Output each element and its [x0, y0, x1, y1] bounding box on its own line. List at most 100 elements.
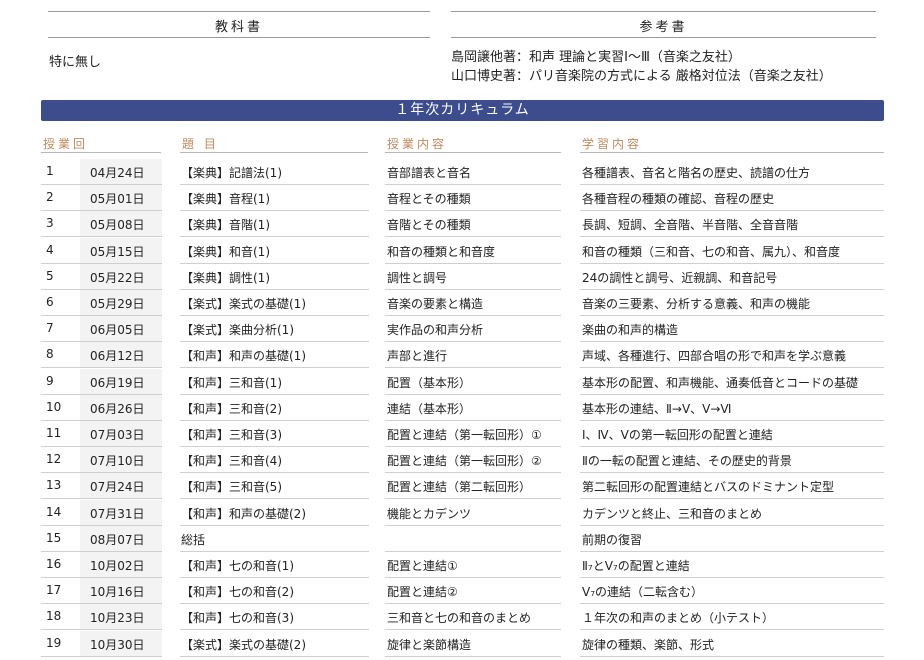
- date-cell: 05月15日: [90, 244, 145, 259]
- textbook-top-rule: [48, 11, 430, 12]
- content-cell: 調性と調号: [387, 270, 448, 285]
- textbook-value: 特に無し: [49, 55, 102, 70]
- textbook-heading-rule: [48, 37, 430, 38]
- no-cell: 8: [46, 347, 54, 362]
- learning-cell: 24の調性と調号、近親調、和音記号: [582, 270, 778, 285]
- row-divider: [180, 655, 369, 657]
- column-header-content: 授業内容: [385, 135, 561, 153]
- no-cell: 12: [46, 452, 62, 467]
- table-row: 2 05月01日 【楽典】音程(1) 音程とその種類 各種音程の種類の確認、音程の歴史: [0, 185, 924, 212]
- row-divider: [41, 655, 162, 657]
- reference-heading-rule: [451, 37, 876, 38]
- learning-cell: 長調、短調、全音階、半音階、全音音階: [582, 218, 799, 233]
- learning-cell: Ⅰ、Ⅳ、Ⅴの第一転回形の配置と連結: [582, 428, 773, 442]
- table-row: 17 10月16日 【和声】七の和音(2) 配置と連結② Ⅴ₇の連結（二転含む）: [0, 578, 924, 605]
- topic-cell: 総括: [181, 532, 206, 547]
- content-cell: 音階とその種類: [387, 218, 471, 233]
- column-header-session: 授業回: [41, 135, 161, 153]
- topic-cell: 【楽典】音階(1): [181, 218, 270, 233]
- learning-cell: 第二転回形の配置連結とバスのドミナント定型: [582, 480, 835, 495]
- topic-cell: 【和声】三和音(3): [181, 428, 282, 442]
- topic-cell: 【楽式】楽式の基礎(2): [181, 637, 306, 652]
- date-cell: 07月24日: [90, 480, 145, 495]
- learning-cell: Ⅱの一転の配置と連結、その歴史的背景: [582, 454, 792, 469]
- row-divider: [385, 655, 561, 657]
- table-row: 9 06月19日 【和声】三和音(1) 配置（基本形） 基本形の配置、和声機能、通奏低音…: [0, 368, 924, 395]
- no-cell: 5: [46, 268, 54, 283]
- date-cell: 07月31日: [90, 506, 145, 521]
- column-header-learning: 学習内容: [580, 135, 884, 153]
- no-cell: 1: [46, 164, 54, 178]
- date-cell: 07月10日: [90, 454, 145, 469]
- content-cell: 旋律と楽節構造: [387, 637, 472, 652]
- date-cell: 10月02日: [90, 559, 145, 573]
- date-cell: 05月22日: [90, 270, 145, 285]
- content-cell: 配置（基本形）: [387, 375, 472, 390]
- date-cell: 06月12日: [90, 349, 145, 364]
- learning-cell: 各種音程の種類の確認、音程の歴史: [582, 192, 775, 207]
- learning-cell: カデンツと終止、三和音のまとめ: [582, 506, 763, 521]
- learning-cell: 音楽の三要素、分析する意義、和声の機能: [582, 297, 811, 311]
- topic-cell: 【楽典】調性(1): [181, 270, 270, 285]
- curriculum-banner: １年次カリキュラム: [41, 100, 884, 121]
- topic-cell: 【和声】七の和音(1): [181, 559, 294, 573]
- date-cell: 10月16日: [90, 585, 145, 600]
- learning-cell: 旋律の種類、楽節、形式: [582, 637, 715, 652]
- topic-cell: 【楽典】記譜法(1): [181, 166, 282, 180]
- content-cell: 音楽の要素と構造: [387, 297, 484, 311]
- date-cell: 10月30日: [90, 637, 145, 652]
- textbook-heading: 教科書: [214, 20, 263, 35]
- row-divider: [580, 655, 884, 657]
- date-cell: 05月08日: [90, 218, 145, 233]
- table-row: 7 06月05日 【楽式】楽曲分析(1) 実作品の和声分析 楽曲の和声的構造: [0, 316, 924, 343]
- topic-cell: 【和声】七の和音(3): [181, 611, 294, 626]
- topic-cell: 【楽式】楽曲分析(1): [181, 323, 294, 338]
- no-cell: 19: [46, 635, 62, 650]
- table-row: 15 08月07日 総括 前期の復習: [0, 525, 924, 552]
- learning-cell: Ⅴ₇の連結（二転含む）: [582, 585, 704, 600]
- topic-cell: 【和声】三和音(4): [181, 454, 282, 469]
- reference-top-rule: [451, 11, 876, 12]
- reference-heading: 参考書: [639, 20, 688, 35]
- no-cell: 18: [46, 609, 62, 624]
- date-cell: 10月23日: [90, 611, 145, 626]
- date-cell: 06月26日: [90, 401, 145, 416]
- no-cell: 16: [46, 557, 62, 571]
- learning-cell: 基本形の連結、Ⅱ→Ⅴ、Ⅴ→Ⅵ: [582, 401, 732, 416]
- learning-cell: 各種譜表、音名と階名の歴史、読譜の仕方: [582, 166, 811, 180]
- content-cell: 配置と連結②: [387, 585, 458, 600]
- topic-cell: 【楽典】和音(1): [181, 244, 270, 259]
- table-row: 18 10月23日 【和声】七の和音(3) 三和音と七の和音のまとめ １年次の和声のまと…: [0, 604, 924, 631]
- table-row: 5 05月22日 【楽典】調性(1) 調性と調号 24の調性と調号、近親調、和音記号: [0, 263, 924, 290]
- topic-cell: 【和声】和声の基礎(2): [181, 506, 306, 521]
- date-cell: 06月05日: [90, 323, 145, 338]
- date-cell: 05月29日: [90, 297, 145, 311]
- content-cell: 音部譜表と音名: [387, 166, 472, 180]
- topic-cell: 【和声】和声の基礎(1): [181, 349, 306, 364]
- learning-cell: 前期の復習: [582, 532, 643, 547]
- table-row: 8 06月12日 【和声】和声の基礎(1) 声部と進行 声域、各種進行、四部合唱の形で和…: [0, 342, 924, 369]
- table-row: 16 10月02日 【和声】七の和音(1) 配置と連結① Ⅱ₇とⅤ₇の配置と連結: [0, 552, 924, 578]
- reference-line-1: 島岡譲他著：和声 理論と実習Ⅰ〜Ⅲ（音楽之友社）: [451, 50, 741, 65]
- content-cell: 三和音と七の和音のまとめ: [387, 611, 532, 626]
- date-cell: 07月03日: [90, 428, 145, 442]
- table-row: 1 04月24日 【楽典】記譜法(1) 音部譜表と音名 各種譜表、音名と階名の歴史、読譜…: [0, 159, 924, 185]
- table-row: 14 07月31日 【和声】和声の基礎(2) 機能とカデンツ カデンツと終止、三和音のま…: [0, 499, 924, 526]
- content-cell: 連結（基本形）: [387, 401, 472, 416]
- date-cell: 04月24日: [90, 166, 145, 180]
- table-row: 3 05月08日 【楽典】音階(1) 音階とその種類 長調、短調、全音階、半音階、全音音…: [0, 211, 924, 238]
- content-cell: 音程とその種類: [387, 192, 471, 207]
- table-row: 11 07月03日 【和声】三和音(3) 配置と連結（第一転回形）① Ⅰ、Ⅳ、Ⅴの第一転…: [0, 421, 924, 447]
- date-cell: 05月01日: [90, 192, 145, 207]
- no-cell: 7: [46, 321, 54, 336]
- learning-cell: 楽曲の和声的構造: [582, 323, 679, 338]
- no-cell: 3: [46, 216, 54, 231]
- content-cell: 機能とカデンツ: [387, 506, 472, 521]
- content-cell: 和音の種類と和音度: [387, 244, 496, 259]
- no-cell: 14: [46, 504, 62, 519]
- content-cell: 配置と連結①: [387, 559, 458, 573]
- topic-cell: 【和声】三和音(5): [181, 480, 282, 495]
- date-cell: 08月07日: [90, 532, 145, 547]
- learning-cell: Ⅱ₇とⅤ₇の配置と連結: [582, 559, 690, 573]
- no-cell: 10: [46, 399, 62, 414]
